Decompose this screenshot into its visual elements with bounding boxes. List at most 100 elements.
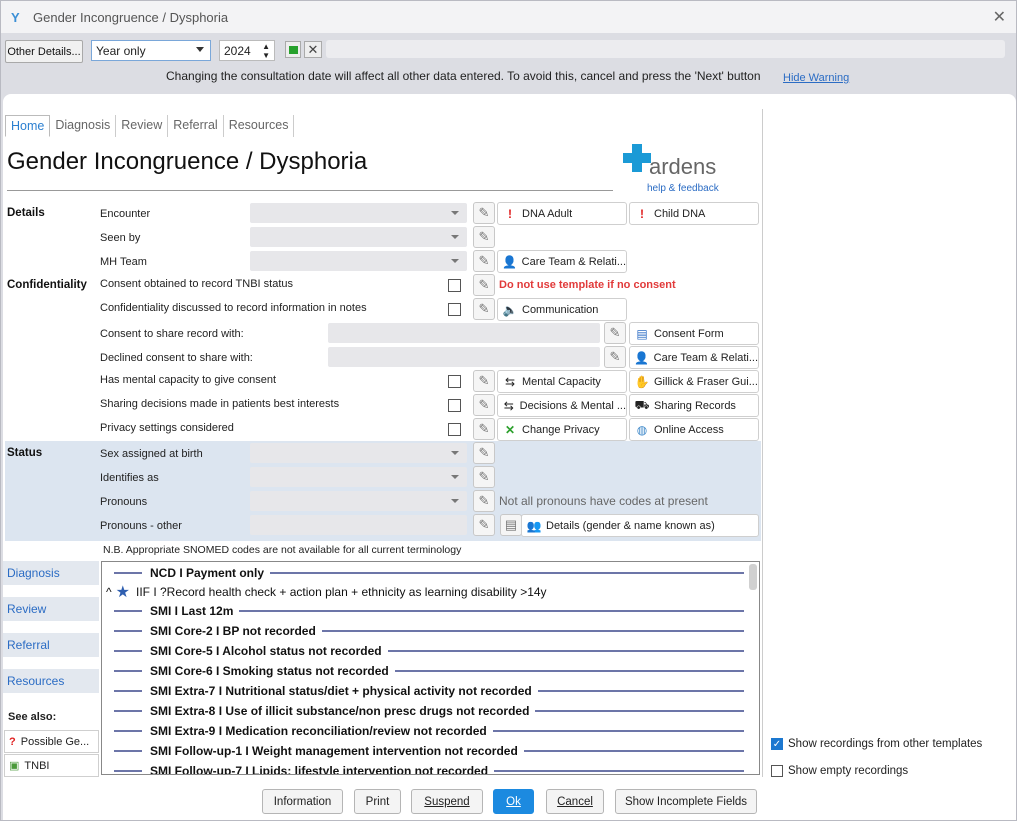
- list-item[interactable]: SMI Follow-up-1 I Weight management inte…: [114, 741, 744, 761]
- care-team-label-2: Care Team & Relati...: [653, 351, 758, 364]
- mh-team-dropdown[interactable]: [250, 251, 467, 271]
- show-other-templates-option[interactable]: ✓ Show recordings from other templates: [771, 738, 982, 750]
- cancel-button[interactable]: Cancel: [546, 789, 604, 814]
- declined-share-field[interactable]: [328, 347, 600, 367]
- seen-by-dropdown[interactable]: [250, 227, 467, 247]
- list-item[interactable]: SMI Follow-up-7 I Lipids: lifestyle inte…: [114, 761, 744, 774]
- side-tab-resources[interactable]: Resources: [3, 669, 99, 693]
- pronouns-other-edit-icon[interactable]: ✎: [473, 514, 495, 536]
- sex-birth-edit-icon[interactable]: ✎: [473, 442, 495, 464]
- side-tab-referral[interactable]: Referral: [3, 633, 99, 657]
- pronouns-edit-icon[interactable]: ✎: [473, 490, 495, 512]
- care-team-link[interactable]: 👤 Care Team & Relati...: [497, 250, 627, 273]
- list-item[interactable]: ^ ★ IIF I ?Record health check + action pl…: [106, 582, 736, 602]
- change-privacy-link[interactable]: ✕ Change Privacy: [497, 418, 627, 441]
- sharing-records-link[interactable]: ⛟ Sharing Records: [629, 394, 759, 417]
- mental-capacity-link[interactable]: ⇆ Mental Capacity: [497, 370, 627, 393]
- privacy-checkbox[interactable]: [448, 423, 461, 436]
- print-button[interactable]: Print: [354, 789, 401, 814]
- tab-referral[interactable]: Referral: [168, 115, 224, 137]
- list-item[interactable]: SMI I Last 12m: [114, 601, 744, 621]
- close-icon[interactable]: ✕: [993, 7, 1006, 27]
- list-item[interactable]: SMI Extra-8 I Use of illicit substance/n…: [114, 701, 744, 721]
- clear-icon[interactable]: ✕: [304, 41, 322, 58]
- show-empty-checkbox[interactable]: [771, 765, 783, 777]
- decisions-label: Decisions & Mental ...: [519, 399, 626, 412]
- mental-capacity-checkbox[interactable]: [448, 375, 461, 388]
- other-details-button[interactable]: Other Details...: [5, 40, 83, 63]
- best-interests-edit-icon[interactable]: ✎: [473, 394, 495, 416]
- side-tab-review[interactable]: Review: [3, 597, 99, 621]
- mh-team-edit-icon[interactable]: ✎: [473, 250, 495, 272]
- mental-capacity-link-label: Mental Capacity: [522, 375, 601, 388]
- notes-icon[interactable]: ▤: [500, 514, 522, 536]
- decisions-link[interactable]: ⇆ Decisions & Mental ...: [497, 394, 627, 417]
- online-access-label: Online Access: [654, 423, 724, 436]
- see-also-possible[interactable]: ? Possible Ge...: [4, 730, 99, 753]
- show-empty-option[interactable]: Show empty recordings: [771, 765, 908, 777]
- conf-discussed-checkbox[interactable]: [448, 303, 461, 316]
- ardens-help-link[interactable]: help & feedback: [647, 183, 719, 194]
- date-mode-select[interactable]: Year only: [91, 40, 211, 61]
- online-access-link[interactable]: ◍ Online Access: [629, 418, 759, 441]
- seen-by-edit-icon[interactable]: ✎: [473, 226, 495, 248]
- encounter-dropdown[interactable]: [250, 203, 467, 223]
- app-logo-icon: Y: [11, 10, 20, 25]
- ok-button[interactable]: Ok: [493, 789, 534, 814]
- alert-icon: !: [640, 206, 644, 221]
- tab-resources[interactable]: Resources: [224, 115, 295, 137]
- encounter-edit-icon[interactable]: ✎: [473, 202, 495, 224]
- title-bar: Y Gender Incongruence / Dysphoria ✕: [1, 1, 1016, 33]
- care-team-link-2[interactable]: 👤 Care Team & Relati...: [629, 346, 759, 369]
- sex-birth-dropdown[interactable]: [250, 443, 467, 463]
- list-item[interactable]: SMI Extra-9 I Medication reconciliation/…: [114, 721, 744, 741]
- suspend-button[interactable]: Suspend: [411, 789, 483, 814]
- best-interests-label: Sharing decisions made in patients best …: [100, 398, 340, 410]
- conf-discussed-edit-icon[interactable]: ✎: [473, 298, 495, 320]
- year-stepper[interactable]: 2024 ▲ ▼: [219, 40, 275, 61]
- consent-share-field[interactable]: [328, 323, 600, 343]
- tab-home[interactable]: Home: [5, 115, 51, 137]
- tab-diagnosis[interactable]: Diagnosis: [50, 115, 117, 137]
- consent-tnbi-checkbox[interactable]: [448, 279, 461, 292]
- consent-tnbi-edit-icon[interactable]: ✎: [473, 274, 495, 296]
- date-mode-value: Year only: [96, 43, 146, 58]
- consent-share-edit-icon[interactable]: ✎: [604, 322, 626, 344]
- consultation-info-field: [326, 40, 1005, 58]
- list-item[interactable]: SMI Core-2 I BP not recorded: [114, 621, 744, 641]
- show-incomplete-button[interactable]: Show Incomplete Fields: [615, 789, 757, 814]
- title-divider: [7, 190, 613, 191]
- see-also-tnbi[interactable]: ▣ TNBI: [4, 754, 99, 777]
- privacy-edit-icon[interactable]: ✎: [473, 418, 495, 440]
- hide-warning-link[interactable]: Hide Warning: [783, 72, 849, 84]
- pronouns-other-field[interactable]: [250, 515, 467, 535]
- pronouns-dropdown[interactable]: [250, 491, 467, 511]
- identifies-dropdown[interactable]: [250, 467, 467, 487]
- pronouns-label: Pronouns: [100, 496, 148, 508]
- list-item[interactable]: SMI Extra-7 I Nutritional status/diet + …: [114, 681, 744, 701]
- information-button[interactable]: Information: [262, 789, 343, 814]
- care-team-label: Care Team & Relati...: [521, 255, 626, 268]
- mental-capacity-edit-icon[interactable]: ✎: [473, 370, 495, 392]
- declined-share-edit-icon[interactable]: ✎: [604, 346, 626, 368]
- details-gender-link[interactable]: 👥 Details (gender & name known as): [521, 514, 759, 537]
- list-item[interactable]: SMI Core-5 I Alcohol status not recorded: [114, 641, 744, 661]
- flag-icon[interactable]: [285, 41, 301, 58]
- identifies-edit-icon[interactable]: ✎: [473, 466, 495, 488]
- checkmark-icon[interactable]: ✓: [771, 738, 783, 750]
- communication-link[interactable]: 🔈 Communication: [497, 298, 627, 321]
- list-item[interactable]: NCD I Payment only: [114, 563, 744, 583]
- consent-form-link[interactable]: ▤ Consent Form: [629, 322, 759, 345]
- child-dna-link[interactable]: ! Child DNA: [629, 202, 759, 225]
- gillick-link[interactable]: ✋ Gillick & Fraser Gui...: [629, 370, 759, 393]
- side-tab-diagnosis[interactable]: Diagnosis: [3, 561, 99, 585]
- tab-review[interactable]: Review: [116, 115, 169, 137]
- recordings-list[interactable]: NCD I Payment only ^ ★ IIF I ?Record healt…: [101, 561, 760, 775]
- chevron-up-icon[interactable]: ^: [106, 585, 112, 599]
- best-interests-checkbox[interactable]: [448, 399, 461, 412]
- right-pane: [763, 109, 1016, 789]
- scrollbar[interactable]: [749, 564, 757, 590]
- date-warning-text: Changing the consultation date will affe…: [166, 69, 761, 83]
- dna-adult-link[interactable]: ! DNA Adult: [497, 202, 627, 225]
- list-item[interactable]: SMI Core-6 I Smoking status not recorded: [114, 661, 744, 681]
